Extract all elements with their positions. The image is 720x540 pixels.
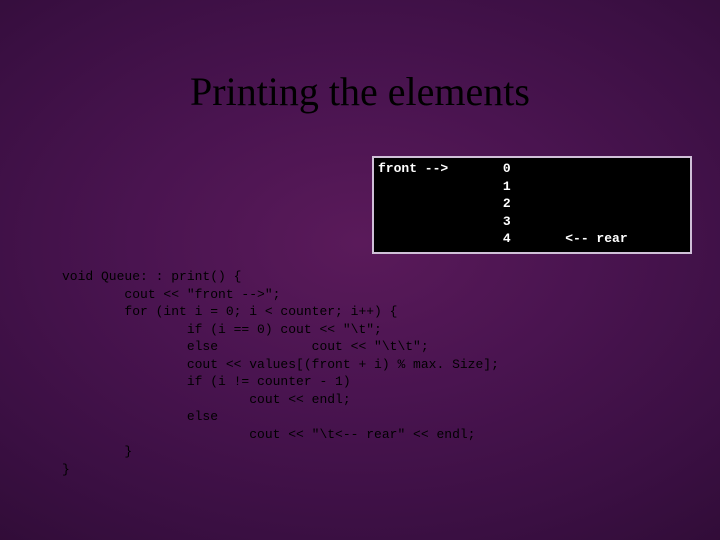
slide-title: Printing the elements bbox=[0, 68, 720, 115]
console-output: front --> 0 1 2 3 4 <-- rear bbox=[372, 156, 692, 254]
slide: Printing the elements front --> 0 1 2 3 … bbox=[0, 0, 720, 540]
code-listing: void Queue: : print() { cout << "front -… bbox=[62, 268, 499, 479]
